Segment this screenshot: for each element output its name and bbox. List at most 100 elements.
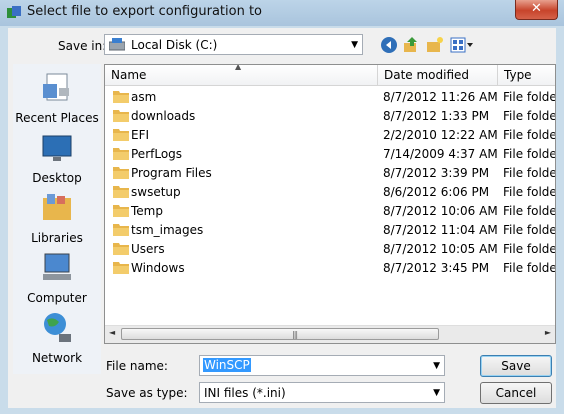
- file-row[interactable]: EFI 2/2/2010 12:22 AM File folder: [105, 125, 556, 144]
- column-header-label: Date modified: [384, 68, 470, 82]
- file-name-field[interactable]: WinSCP ▼: [199, 355, 445, 376]
- view-menu-icon[interactable]: [450, 36, 474, 54]
- file-type: File folder: [503, 90, 556, 104]
- file-row[interactable]: asm 8/7/2012 11:26 AM File folder: [105, 87, 556, 106]
- chevron-down-icon[interactable]: ▼: [433, 361, 440, 371]
- file-type: File folder: [503, 223, 556, 237]
- file-date: 8/7/2012 3:39 PM: [383, 166, 490, 180]
- file-name: Users: [131, 242, 165, 256]
- folder-icon: [113, 205, 129, 217]
- cancel-button[interactable]: Cancel: [480, 382, 552, 404]
- folder-icon: [113, 167, 129, 179]
- place-label: Network: [31, 351, 83, 365]
- up-folder-icon[interactable]: [402, 36, 420, 54]
- place-label: Computer: [27, 291, 87, 305]
- computer-icon: [43, 253, 71, 280]
- scroll-left-icon[interactable]: ◄: [109, 328, 115, 337]
- new-folder-icon[interactable]: [426, 36, 444, 54]
- file-row[interactable]: Users 8/7/2012 10:05 AM File folder: [105, 239, 556, 258]
- place-desktop[interactable]: Desktop: [13, 130, 101, 185]
- file-type: File folder: [503, 204, 556, 218]
- sort-ascending-icon: ▲: [235, 64, 242, 71]
- close-icon: ✕: [531, 1, 542, 16]
- file-row[interactable]: Temp 8/7/2012 10:06 AM File folder: [105, 201, 556, 220]
- file-type: File folder: [503, 261, 556, 275]
- folder-icon: [113, 243, 129, 255]
- file-date: 8/7/2012 1:33 PM: [383, 109, 490, 123]
- places-bar: Recent Places Desktop Libraries Computer…: [13, 64, 101, 374]
- file-type: File folder: [503, 147, 556, 161]
- place-computer[interactable]: Computer: [13, 250, 101, 305]
- file-date: 8/7/2012 11:04 AM: [383, 223, 498, 237]
- close-button[interactable]: ✕: [515, 0, 558, 20]
- file-name: swsetup: [131, 185, 181, 199]
- file-date: 2/2/2010 12:22 AM: [383, 128, 498, 142]
- folder-icon: [113, 110, 129, 122]
- folder-icon: [113, 148, 129, 160]
- desktop-icon: [42, 135, 72, 161]
- scroll-grip: |||: [292, 330, 298, 339]
- place-network[interactable]: Network: [13, 310, 101, 365]
- folder-icon: [113, 91, 129, 103]
- file-row[interactable]: swsetup 8/6/2012 6:06 PM File folder: [105, 182, 556, 201]
- file-name: asm: [131, 90, 157, 104]
- folder-icon: [113, 129, 129, 141]
- save-as-type-value: INI files (*.ini): [204, 386, 286, 400]
- scroll-thumb[interactable]: |||: [121, 328, 439, 340]
- save-in-value: Local Disk (C:): [131, 38, 218, 52]
- place-recent-places[interactable]: Recent Places: [13, 70, 101, 125]
- save-in-dropdown[interactable]: Local Disk (C:) ▼: [104, 34, 363, 55]
- file-list[interactable]: Name ▲ Date modified Type asm 8/7/2012 11…: [104, 64, 556, 344]
- file-row[interactable]: PerfLogs 7/14/2009 4:37 AM File folder: [105, 144, 556, 163]
- local-disk-icon: [109, 38, 125, 51]
- file-name: PerfLogs: [131, 147, 183, 161]
- file-row[interactable]: tsm_images 8/7/2012 11:04 AM File folder: [105, 220, 556, 239]
- file-name-value[interactable]: WinSCP: [203, 358, 251, 372]
- file-type: File folder: [503, 109, 556, 123]
- place-libraries[interactable]: Libraries: [13, 190, 101, 245]
- file-row[interactable]: Program Files 8/7/2012 3:39 PM File folder: [105, 163, 556, 182]
- place-label: Recent Places: [15, 111, 99, 125]
- file-name: tsm_images: [131, 223, 204, 237]
- file-name-label: File name:: [106, 359, 168, 373]
- folder-icon: [113, 224, 129, 236]
- file-type: File folder: [503, 242, 556, 256]
- column-header-date[interactable]: Date modified: [378, 65, 498, 86]
- save-button[interactable]: Save: [480, 355, 552, 377]
- file-name: Windows: [131, 261, 185, 275]
- winscp-app-icon: [7, 6, 21, 18]
- network-icon: [44, 313, 71, 342]
- save-dialog: Select file to export configuration to ✕…: [0, 0, 564, 414]
- recent-places-icon: [43, 73, 69, 101]
- scroll-right-icon[interactable]: ►: [545, 328, 551, 337]
- chevron-down-icon: ▼: [351, 40, 358, 50]
- folder-icon: [113, 186, 129, 198]
- file-type: File folder: [503, 185, 556, 199]
- chevron-down-icon: ▼: [433, 388, 440, 398]
- file-date: 8/7/2012 11:26 AM: [383, 90, 498, 104]
- horizontal-scrollbar[interactable]: ◄ ||| ►: [105, 325, 555, 343]
- column-header-label: Type: [504, 68, 532, 82]
- file-type: File folder: [503, 166, 556, 180]
- column-header-label: Name: [111, 68, 147, 82]
- title-bar[interactable]: Select file to export configuration to ✕: [0, 0, 564, 26]
- save-as-type-label: Save as type:: [106, 386, 188, 400]
- place-label: Libraries: [31, 231, 83, 245]
- column-header-name[interactable]: Name ▲: [105, 65, 378, 86]
- file-name: EFI: [131, 128, 150, 142]
- file-type: File folder: [503, 128, 556, 142]
- window-title: Select file to export configuration to: [27, 4, 263, 19]
- column-header-type[interactable]: Type: [498, 65, 555, 86]
- file-date: 7/14/2009 4:37 AM: [383, 147, 498, 161]
- file-name: Program Files: [131, 166, 212, 180]
- back-icon[interactable]: [380, 36, 398, 54]
- file-name: Temp: [131, 204, 163, 218]
- file-date: 8/7/2012 10:05 AM: [383, 242, 498, 256]
- file-row[interactable]: downloads 8/7/2012 1:33 PM File folder: [105, 106, 556, 125]
- save-as-type-dropdown[interactable]: INI files (*.ini) ▼: [199, 382, 445, 403]
- file-date: 8/7/2012 3:45 PM: [383, 261, 490, 275]
- place-label: Desktop: [32, 171, 82, 185]
- file-row[interactable]: Windows 8/7/2012 3:45 PM File folder: [105, 258, 556, 277]
- folder-icon: [113, 262, 129, 274]
- file-date: 8/6/2012 6:06 PM: [383, 185, 490, 199]
